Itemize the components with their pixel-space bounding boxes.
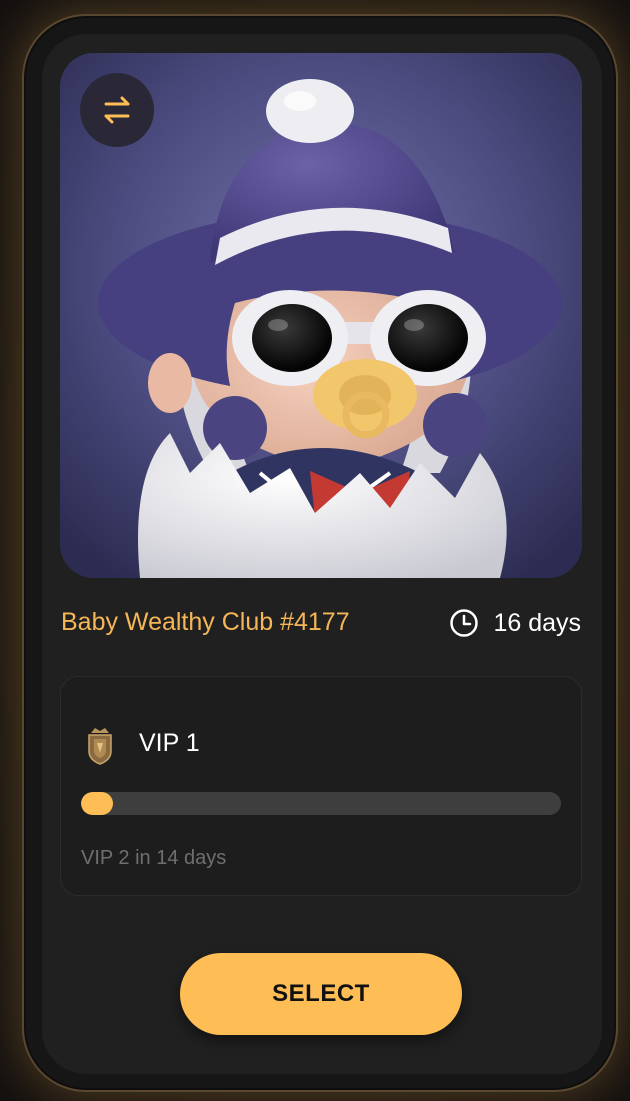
vip-next-level-text: VIP 2 in 14 days — [81, 847, 227, 869]
swap-button[interactable] — [80, 73, 154, 147]
vip-progress-fill — [81, 792, 114, 815]
select-button[interactable]: SELECT — [180, 953, 462, 1035]
vip-shield-badge-icon — [88, 728, 112, 765]
clock-icon — [450, 609, 479, 637]
vip-level-label: VIP 1 — [139, 729, 200, 757]
vip-progress-bar — [81, 792, 561, 815]
nft-name: Baby Wealthy Club #4177 — [61, 608, 350, 636]
vip-panel: VIP 1 VIP 2 in 14 days — [60, 676, 582, 896]
swap-arrows-icon — [104, 96, 130, 124]
duration-timer: 16 days — [449, 608, 581, 638]
duration-text: 16 days — [493, 608, 581, 637]
nft-info-row: Baby Wealthy Club #4177 16 days — [61, 604, 581, 644]
